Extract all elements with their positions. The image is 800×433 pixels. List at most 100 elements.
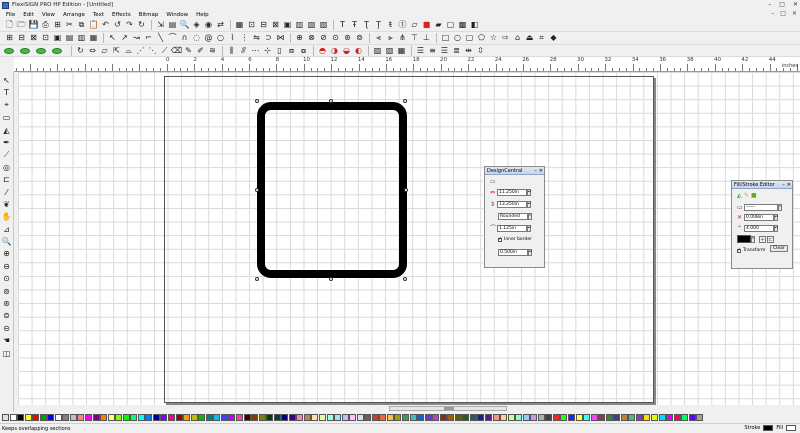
transform-checkbox[interactable] — [737, 247, 741, 253]
menu-edit[interactable]: Edit — [19, 12, 38, 18]
panel-minimize-button[interactable]: – — [782, 181, 785, 189]
zoom-select-icon[interactable]: ⊛ — [1, 298, 12, 309]
preview-icon[interactable]: ▨ — [318, 20, 329, 31]
palette-swatch[interactable] — [605, 414, 613, 421]
doc-minimize-button[interactable]: – — [771, 10, 774, 17]
palette-swatch[interactable] — [17, 414, 25, 421]
green-toggle-4[interactable] — [52, 47, 62, 54]
palette-swatch[interactable] — [439, 414, 447, 421]
selection-handle[interactable] — [404, 188, 408, 192]
menu-bitmap[interactable]: Bitmap — [135, 12, 163, 18]
close-button[interactable]: ✕ — [793, 1, 798, 8]
center-icon[interactable]: ⊹ — [262, 45, 273, 56]
text-fit-icon[interactable]: Ŧ — [349, 20, 360, 31]
paste-icon[interactable]: 📋 — [88, 20, 99, 31]
selection-handle[interactable] — [403, 277, 407, 281]
palette-swatch[interactable] — [454, 414, 462, 421]
palette-swatch[interactable] — [168, 414, 176, 421]
panel-minimize-button[interactable]: – — [534, 167, 537, 175]
palette-swatch[interactable] — [251, 414, 259, 421]
skew-icon[interactable]: ▱ — [99, 45, 110, 56]
hatch-icon-1[interactable]: ▨ — [372, 45, 383, 56]
eyedropper-tool-icon[interactable]: ⁄ — [1, 187, 12, 198]
cut-icon[interactable]: ✂ — [64, 20, 75, 31]
justify-right-icon[interactable]: ☰ — [439, 45, 450, 56]
palette-swatch[interactable] — [273, 414, 281, 421]
palette-swatch[interactable] — [462, 414, 470, 421]
scrollbar-thumb[interactable] — [444, 407, 454, 410]
house-shape-icon[interactable]: ⌂ — [512, 33, 523, 44]
palette-swatch[interactable] — [590, 414, 598, 421]
palette-swatch[interactable] — [228, 414, 236, 421]
color-fill-icon[interactable]: ■ — [421, 20, 432, 31]
palette-swatch[interactable] — [560, 414, 568, 421]
palette-swatch[interactable] — [696, 414, 704, 421]
miter-input[interactable]: 4.000 — [744, 225, 774, 232]
shape-icon-c[interactable]: ◒ — [341, 45, 352, 56]
panel-close-button[interactable]: ✕ — [539, 167, 543, 175]
fill-bucket-icon[interactable]: ◭ — [737, 193, 743, 199]
array-icon[interactable]: ⧇ — [298, 45, 309, 56]
zoom-all-icon[interactable]: ⊜ — [1, 310, 12, 321]
hand-tool-icon[interactable]: ☚ — [1, 335, 12, 346]
arrange-back-icon[interactable]: ▥ — [76, 33, 87, 44]
palette-swatch[interactable] — [620, 414, 628, 421]
stroke-style-dropdown[interactable]: ▾ — [778, 204, 782, 211]
rotate-icon[interactable]: ↻ — [75, 45, 86, 56]
stroke-width-spinner[interactable]: ▴▾ — [774, 214, 778, 221]
contour-icon[interactable]: ▢ — [445, 20, 456, 31]
palette-swatch[interactable] — [183, 414, 191, 421]
palette-swatch[interactable] — [583, 414, 591, 421]
palette-swatch[interactable] — [243, 414, 251, 421]
palette-swatch[interactable] — [356, 414, 364, 421]
doc-close-button[interactable]: ✕ — [792, 10, 797, 17]
distribute-v-icon[interactable]: ⫻ — [238, 45, 249, 56]
palette-swatch[interactable] — [213, 414, 221, 421]
combine-icon[interactable]: ⊠ — [28, 33, 39, 44]
knife-tool-icon[interactable]: ⟋ — [1, 149, 12, 160]
add-node-icon[interactable]: ↗ — [119, 33, 130, 44]
eraser-icon[interactable]: ⌫ — [171, 45, 182, 56]
copy-icon[interactable]: ⧉ — [76, 20, 87, 31]
height-spinner[interactable]: ▴▾ — [527, 201, 531, 208]
palette-swatch[interactable] — [651, 414, 659, 421]
measure-tool-icon[interactable]: ⊿ — [1, 224, 12, 235]
undo-icon[interactable]: ↶ — [100, 20, 111, 31]
text-path-icon[interactable]: Ţ — [373, 20, 384, 31]
line-icon[interactable]: ╲ — [155, 33, 166, 44]
palette-swatch[interactable] — [130, 414, 138, 421]
rounded-rect-icon[interactable]: ▢ — [464, 33, 475, 44]
palette-swatch[interactable] — [160, 414, 168, 421]
rounded-rectangle-shape[interactable] — [257, 102, 407, 278]
weld-icon[interactable]: ▣ — [52, 33, 63, 44]
palette-swatch[interactable] — [658, 414, 666, 421]
menu-window[interactable]: Window — [162, 12, 192, 18]
sculpt-icon[interactable]: ✎ — [183, 45, 194, 56]
diamond-icon[interactable]: ◆ — [548, 33, 559, 44]
menu-view[interactable]: View — [38, 12, 59, 18]
green-toggle-2[interactable] — [20, 47, 30, 54]
cap-style-icon[interactable]: ⊏ — [767, 235, 774, 243]
palette-swatch[interactable] — [364, 414, 372, 421]
palette-swatch[interactable] — [334, 414, 342, 421]
ellipse-node-icon[interactable]: ○ — [215, 33, 226, 44]
palette-swatch[interactable] — [666, 414, 674, 421]
miter-spinner[interactable]: ▴▾ — [774, 225, 778, 232]
zoom-out-icon[interactable]: ⊖ — [1, 261, 12, 272]
palette-swatch[interactable] — [152, 414, 160, 421]
blend-icon[interactable]: ⋰ — [135, 45, 146, 56]
palette-swatch[interactable] — [220, 414, 228, 421]
stroke-swatch-icon[interactable]: ■ — [751, 193, 757, 199]
horizontal-ruler[interactable]: 0 2 4 6 8 10 12 14 16 18 20 22 24 26 28 30 32 34 36 38 40 42 4… — [14, 57, 800, 72]
weed-icon[interactable]: ✐ — [195, 45, 206, 56]
selection-handle[interactable] — [329, 99, 333, 103]
align-top-icon[interactable]: ⊤ — [409, 33, 420, 44]
preview-tool-icon[interactable]: ◫ — [1, 348, 12, 359]
palette-swatch[interactable] — [394, 414, 402, 421]
width-input[interactable]: 11.250in — [497, 189, 527, 196]
text-tool-icon[interactable]: T — [1, 87, 12, 98]
palette-swatch[interactable] — [500, 414, 508, 421]
text-box-icon[interactable]: ⓣ — [397, 20, 408, 31]
align-right-icon[interactable]: ⋔ — [397, 33, 408, 44]
selection-handle[interactable] — [329, 277, 333, 281]
